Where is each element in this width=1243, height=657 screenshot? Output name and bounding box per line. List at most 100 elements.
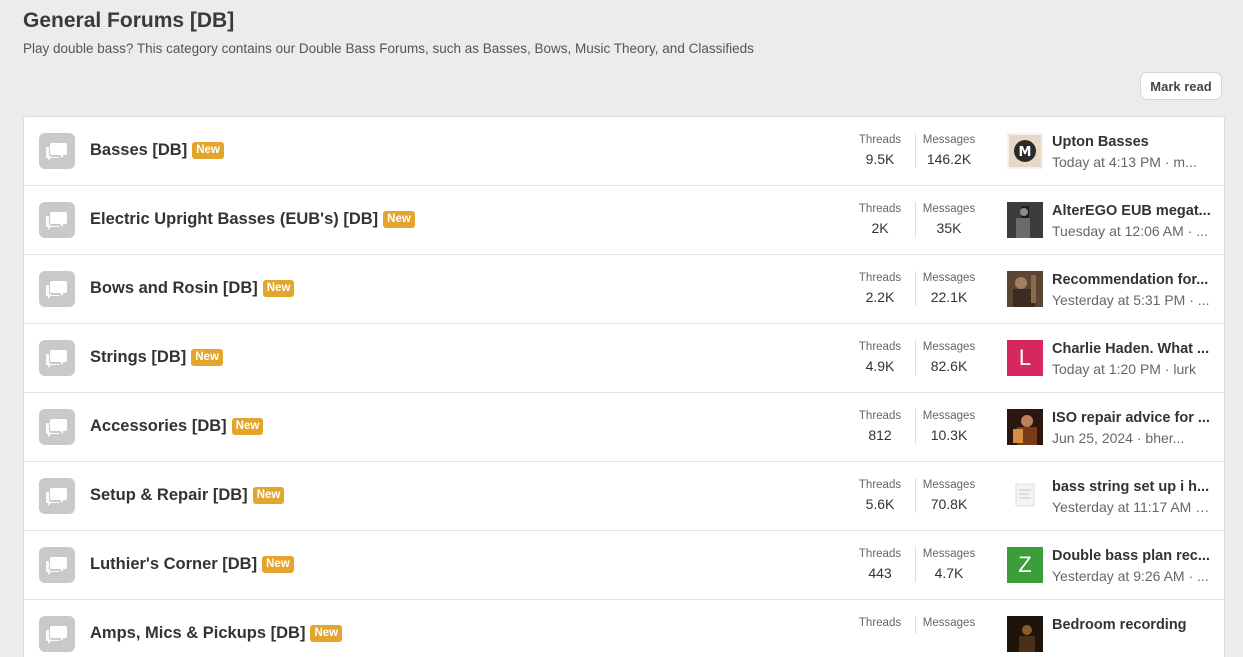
latest-avatar[interactable]: [1007, 616, 1043, 652]
latest-avatar[interactable]: [1007, 478, 1043, 514]
messages-label: Messages: [922, 203, 976, 215]
forum-row: Amps, Mics & Pickups [DB] New Threads Messa…: [24, 600, 1224, 657]
messages-label: Messages: [922, 134, 976, 146]
latest-avatar[interactable]: Z: [1007, 547, 1043, 583]
latest-thread-thumbnail-icon[interactable]: [1007, 409, 1043, 445]
forum-chat-icon: [39, 409, 75, 445]
latest-post-time[interactable]: Today at 4:13 PM: [1052, 154, 1161, 170]
threads-stat: Threads: [850, 616, 910, 634]
threads-label: Threads: [858, 134, 902, 146]
threads-label: Threads: [858, 410, 902, 422]
forum-title-link[interactable]: Strings [DB]: [90, 348, 186, 367]
threads-label: Threads: [858, 548, 902, 560]
user-avatar[interactable]: L: [1007, 340, 1043, 376]
forum-chat-icon: [39, 547, 75, 583]
latest-post: Charlie Haden. What ... Today at 1:20 PM …: [1052, 340, 1212, 378]
latest-post: Upton Basses Today at 4:13 PM · m...: [1052, 133, 1212, 171]
latest-avatar[interactable]: L: [1007, 340, 1043, 376]
forum-title-link[interactable]: Luthier's Corner [DB]: [90, 555, 257, 574]
latest-post-user[interactable]: ...: [1197, 568, 1209, 584]
new-badge: New: [191, 349, 223, 366]
latest-post: Bedroom recording: [1052, 616, 1212, 636]
forum-title-link[interactable]: Electric Upright Basses (EUB's) [DB]: [90, 210, 378, 229]
latest-post-time[interactable]: Today at 1:20 PM: [1052, 361, 1161, 377]
latest-post-time[interactable]: Yesterday at 11:17 AM: [1052, 499, 1191, 515]
latest-thread-title-link[interactable]: bass string set up i h...: [1052, 478, 1212, 496]
meta-separator: ·: [1195, 499, 1200, 515]
latest-post-user[interactable]: ...: [1204, 499, 1212, 515]
forum-title-link[interactable]: Setup & Repair [DB]: [90, 486, 248, 505]
latest-post: bass string set up i h... Yesterday at 11…: [1052, 478, 1212, 516]
latest-post-meta: Yesterday at 5:31 PM · ...: [1052, 291, 1212, 309]
latest-post: Double bass plan rec... Yesterday at 9:26…: [1052, 547, 1212, 585]
latest-post-time[interactable]: Jun 25, 2024: [1052, 430, 1133, 446]
forum-chat-icon: [39, 271, 75, 307]
latest-thread-title-link[interactable]: Recommendation for...: [1052, 271, 1212, 289]
latest-thread-thumbnail-icon[interactable]: [1007, 271, 1043, 307]
latest-thread-title-link[interactable]: AlterEGO EUB megat...: [1052, 202, 1212, 220]
messages-label: Messages: [922, 410, 976, 422]
forum-title-link[interactable]: Amps, Mics & Pickups [DB]: [90, 624, 305, 643]
threads-count: 2.2K: [865, 289, 895, 305]
latest-thread-title-link[interactable]: Charlie Haden. What ...: [1052, 340, 1212, 358]
threads-stat: Threads 812: [850, 409, 910, 444]
threads-label: Threads: [858, 341, 902, 353]
latest-thread-thumbnail-icon[interactable]: [1007, 616, 1043, 652]
latest-thread-title-link[interactable]: Double bass plan rec...: [1052, 547, 1212, 565]
threads-label: Threads: [858, 272, 902, 284]
user-avatar[interactable]: Z: [1007, 547, 1043, 583]
latest-post-meta: Today at 4:13 PM · m...: [1052, 153, 1212, 171]
latest-thread-title-link[interactable]: Upton Basses: [1052, 133, 1212, 151]
latest-thread-title-link[interactable]: Bedroom recording: [1052, 616, 1212, 634]
latest-post-time[interactable]: Yesterday at 5:31 PM: [1052, 292, 1185, 308]
latest-avatar[interactable]: M: [1007, 133, 1043, 169]
latest-avatar[interactable]: [1007, 409, 1043, 445]
meta-separator: ·: [1189, 292, 1194, 308]
latest-post-meta: Yesterday at 11:17 AM · ...: [1052, 498, 1212, 516]
latest-post-time[interactable]: Yesterday at 9:26 AM: [1052, 568, 1185, 584]
latest-thread-thumbnail-icon[interactable]: M: [1007, 133, 1043, 169]
messages-label: Messages: [922, 479, 976, 491]
latest-post-user[interactable]: ...: [1198, 292, 1210, 308]
threads-stat: Threads 9.5K: [850, 133, 910, 168]
forum-title-group: Basses [DB] New: [90, 141, 224, 160]
latest-thread-title-link[interactable]: ISO repair advice for ...: [1052, 409, 1212, 427]
mark-read-button[interactable]: Mark read: [1140, 72, 1222, 100]
latest-post-time[interactable]: Tuesday at 12:06 AM: [1052, 223, 1184, 239]
forum-title-link[interactable]: Accessories [DB]: [90, 417, 227, 436]
new-badge: New: [252, 487, 285, 504]
latest-post-user[interactable]: bher...: [1145, 430, 1184, 446]
forum-chat-icon: [39, 478, 75, 514]
forum-row: Accessories [DB] New Threads 812 Messages 10.…: [24, 393, 1224, 462]
forum-title-link[interactable]: Basses [DB]: [90, 141, 187, 160]
threads-label: Threads: [858, 479, 902, 491]
messages-count: 70.8K: [930, 496, 968, 512]
forum-title-group: Electric Upright Basses (EUB's) [DB] New: [90, 210, 415, 229]
forum-title-link[interactable]: Bows and Rosin [DB]: [90, 279, 258, 298]
threads-stat: Threads 2K: [850, 202, 910, 237]
latest-post-user[interactable]: lurk: [1173, 361, 1196, 377]
threads-stat: Threads 2.2K: [850, 271, 910, 306]
latest-avatar[interactable]: [1007, 271, 1043, 307]
messages-label: Messages: [922, 617, 976, 629]
forum-chat-icon: [39, 616, 75, 652]
threads-stat: Threads 5.6K: [850, 478, 910, 513]
messages-label: Messages: [922, 272, 976, 284]
latest-post-user[interactable]: m...: [1173, 154, 1196, 170]
latest-avatar[interactable]: [1007, 202, 1043, 238]
latest-post-user[interactable]: ...: [1196, 223, 1208, 239]
latest-thread-thumbnail-icon[interactable]: [1007, 202, 1043, 238]
forum-list: Basses [DB] New Threads 9.5K Messages 146.2K M…: [23, 116, 1225, 657]
latest-post: Recommendation for... Yesterday at 5:31 P…: [1052, 271, 1212, 309]
page-description: Play double bass? This category contains…: [23, 41, 754, 56]
forum-chat-icon: [39, 340, 75, 376]
forum-row: Electric Upright Basses (EUB's) [DB] New T…: [24, 186, 1224, 255]
forum-title-group: Bows and Rosin [DB] New: [90, 279, 295, 298]
messages-stat: Messages 10.3K: [915, 409, 982, 444]
forum-title-group: Amps, Mics & Pickups [DB] New: [90, 624, 343, 643]
meta-separator: ·: [1188, 568, 1194, 584]
avatar-letter: L: [1018, 345, 1032, 370]
threads-count: 5.6K: [865, 496, 895, 512]
latest-thread-thumbnail-icon[interactable]: [1007, 478, 1043, 514]
latest-post-meta: Yesterday at 9:26 AM · ...: [1052, 567, 1212, 585]
